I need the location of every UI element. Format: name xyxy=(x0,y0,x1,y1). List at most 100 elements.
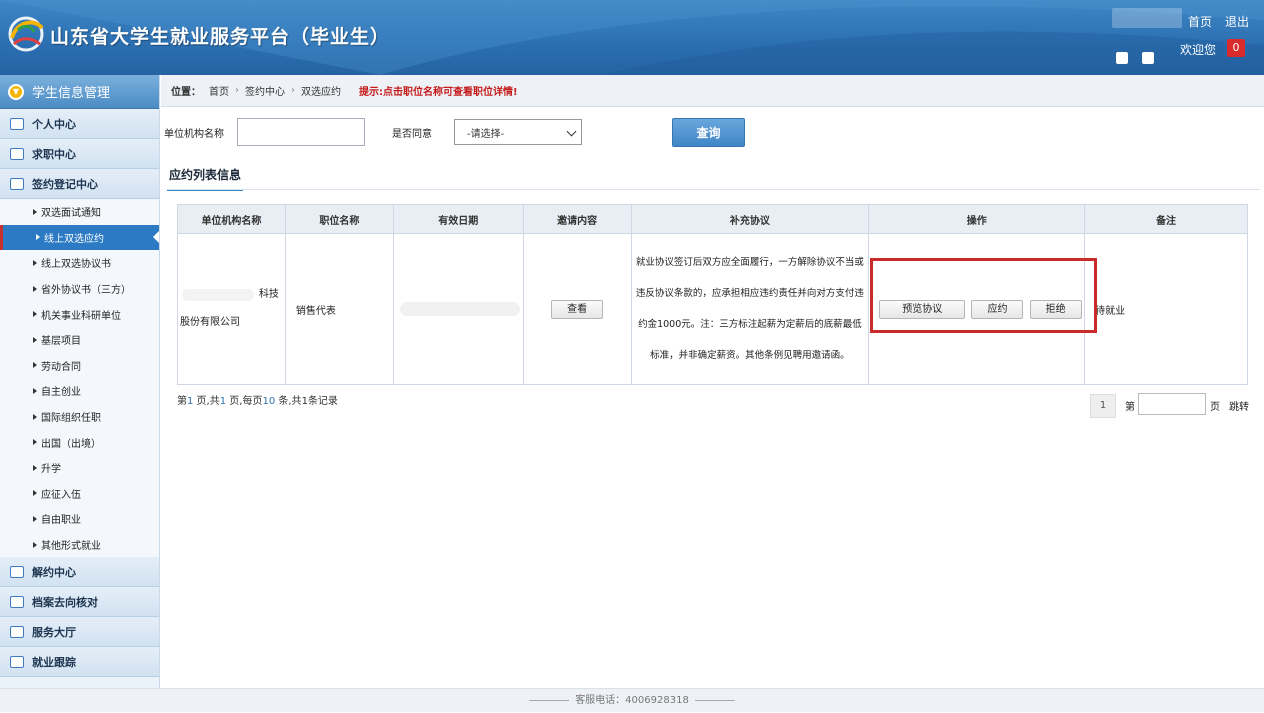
footer-divider xyxy=(694,699,735,701)
sidebar-item-further-study[interactable]: 升学 xyxy=(0,454,159,481)
redacted-org-name xyxy=(182,289,254,301)
sidebar-item-other-employment[interactable]: 其他形式就业 xyxy=(0,531,159,558)
remark-cell: 待就业 xyxy=(1084,233,1248,385)
sidebar-group-label: 服务大厅 xyxy=(32,625,76,639)
col-header-org: 单位机构名称 xyxy=(177,204,286,234)
redacted-avatar-2 xyxy=(1142,52,1154,64)
sidebar-item-label: 基层项目 xyxy=(41,336,81,348)
document-icon xyxy=(10,595,24,608)
chevron-down-icon xyxy=(566,126,577,137)
sidebar-item-interview-notice[interactable]: 双选面试通知 xyxy=(0,199,159,225)
pager-text: 页,每页 xyxy=(226,396,263,407)
sidebar-item-outprovince-agreement[interactable]: 省外协议书（三方） xyxy=(0,275,159,302)
sidebar-item-label: 机关事业科研单位 xyxy=(41,310,121,322)
page-header: 山东省大学生就业服务平台（毕业生） 首页 退出 欢迎您 0 xyxy=(0,0,1264,75)
logo-icon xyxy=(8,16,44,52)
sidebar-group-tracking[interactable]: 就业跟踪 xyxy=(0,647,159,678)
org-name-label: 单位机构名称 xyxy=(164,129,224,140)
document-icon xyxy=(10,117,24,130)
org-name-suffix: 科技 xyxy=(258,289,279,300)
breadcrumb-home[interactable]: 首页 xyxy=(209,83,229,98)
chevron-right-icon: › xyxy=(291,85,295,96)
edit-icon xyxy=(10,655,24,668)
sidebar-item-enlistment[interactable]: 应征入伍 xyxy=(0,480,159,507)
notification-badge[interactable]: 0 xyxy=(1227,39,1245,57)
sidebar-section-header[interactable]: ▼ 学生信息管理 xyxy=(0,75,159,109)
agree-select-value: -请选择- xyxy=(467,128,505,140)
col-header-agreement: 补充协议 xyxy=(630,204,870,234)
chat-icon xyxy=(10,625,24,638)
sidebar-group-label: 求职中心 xyxy=(32,147,76,161)
page-jump-input[interactable] xyxy=(1138,393,1206,415)
table-header-row: 单位机构名称 职位名称 有效日期 邀请内容 补充协议 操作 备注 xyxy=(177,204,1248,234)
sidebar-item-label: 自主创业 xyxy=(41,387,81,399)
col-header-actions: 操作 xyxy=(868,204,1086,234)
calendar-icon xyxy=(10,565,24,578)
sidebar-item-label: 升学 xyxy=(41,464,61,476)
chevron-right-icon: › xyxy=(235,85,239,96)
breadcrumb-signing[interactable]: 签约中心 xyxy=(245,83,285,98)
col-header-remark: 备注 xyxy=(1084,204,1248,234)
sidebar: ▼ 学生信息管理 个人中心 求职中心 签约登记中心 双选面试通知 线上双选应约 … xyxy=(0,75,160,688)
col-header-position: 职位名称 xyxy=(284,204,394,234)
page-jump-label: 第 xyxy=(1125,402,1135,413)
pager-per-page: 10 xyxy=(262,396,276,407)
pager-text: 条记录 xyxy=(307,396,338,407)
sidebar-group-service-hall[interactable]: 服务大厅 xyxy=(0,617,159,648)
sidebar-group-label: 个人中心 xyxy=(32,117,76,131)
sidebar-group-termination[interactable]: 解约中心 xyxy=(0,557,159,588)
chevron-down-icon: ▼ xyxy=(8,83,24,100)
sidebar-group-archive[interactable]: 档案去向核对 xyxy=(0,587,159,618)
filter-bar: 单位机构名称 是否同意 -请选择- 查询 xyxy=(161,112,1264,152)
invitation-cell: 查看 xyxy=(522,233,632,385)
highlight-annotation xyxy=(870,258,1097,333)
sidebar-item-labor-contract[interactable]: 劳动合同 xyxy=(0,352,159,379)
redacted-avatar-1 xyxy=(1116,52,1128,64)
sidebar-item-label: 省外协议书（三方） xyxy=(41,285,131,297)
agree-label: 是否同意 xyxy=(392,129,432,140)
sidebar-group-job[interactable]: 求职中心 xyxy=(0,139,159,169)
sidebar-item-public-institution[interactable]: 机关事业科研单位 xyxy=(0,301,159,327)
sidebar-item-freelance[interactable]: 自由职业 xyxy=(0,506,159,532)
sidebar-group-personal[interactable]: 个人中心 xyxy=(0,109,159,139)
sidebar-item-international-org[interactable]: 国际组织任职 xyxy=(0,403,159,430)
page-number-button[interactable]: 1 xyxy=(1090,394,1116,418)
col-header-date: 有效日期 xyxy=(392,204,524,234)
agree-select[interactable]: -请选择- xyxy=(454,119,582,145)
breadcrumb: 位置： 首页 › 签约中心 › 双选应约 提示:点击职位名称可查看职位详情! xyxy=(161,75,1264,107)
sidebar-item-label: 线上双选应约 xyxy=(44,233,104,245)
logout-link[interactable]: 退出 xyxy=(1225,13,1249,30)
sidebar-item-label: 自由职业 xyxy=(41,515,81,527)
sidebar-group-label: 就业跟踪 xyxy=(32,655,76,669)
view-button[interactable]: 查看 xyxy=(551,299,604,319)
page-jump-button[interactable]: 跳转 xyxy=(1229,398,1249,413)
sidebar-group-signing[interactable]: 签约登记中心 xyxy=(0,169,159,199)
home-link[interactable]: 首页 xyxy=(1188,13,1212,30)
position-cell: 销售代表 xyxy=(284,233,394,385)
pager-info: 第1 页,共1 页,每页10 条,共1条记录 xyxy=(177,392,338,407)
org-name-input[interactable] xyxy=(237,118,365,146)
query-button[interactable]: 查询 xyxy=(672,118,745,147)
pager-text: 条,共 xyxy=(275,396,302,407)
breadcrumb-current: 双选应约 xyxy=(301,87,341,98)
sidebar-item-online-agreement[interactable]: 线上双选协议书 xyxy=(0,250,159,276)
page-footer: 客服电话：4006928318 xyxy=(0,688,1264,712)
sidebar-item-abroad[interactable]: 出国（出境） xyxy=(0,429,159,455)
sidebar-item-label: 其他形式就业 xyxy=(41,541,101,553)
footer-divider xyxy=(529,699,570,701)
sidebar-item-label: 劳动合同 xyxy=(41,361,81,373)
site-title: 山东省大学生就业服务平台（毕业生） xyxy=(50,26,391,48)
remark-value: 待就业 xyxy=(1095,305,1126,317)
sidebar-item-label: 出国（出境） xyxy=(41,438,101,450)
sidebar-item-label: 双选面试通知 xyxy=(41,208,101,220)
sidebar-item-grassroots[interactable]: 基层项目 xyxy=(0,326,159,353)
position-link[interactable]: 销售代表 xyxy=(296,306,336,317)
sidebar-item-online-appointment[interactable]: 线上双选应约 xyxy=(0,224,159,251)
org-cell: 科技 股份有限公司 xyxy=(177,233,286,385)
pager-text: 页,共 xyxy=(193,396,220,407)
sidebar-item-entrepreneurship[interactable]: 自主创业 xyxy=(0,378,159,404)
sidebar-item-label: 线上双选协议书 xyxy=(41,259,111,271)
redacted-date xyxy=(399,302,520,316)
footer-text: 客服电话：4006928318 xyxy=(575,695,689,706)
sidebar-group-label: 解约中心 xyxy=(32,565,76,579)
